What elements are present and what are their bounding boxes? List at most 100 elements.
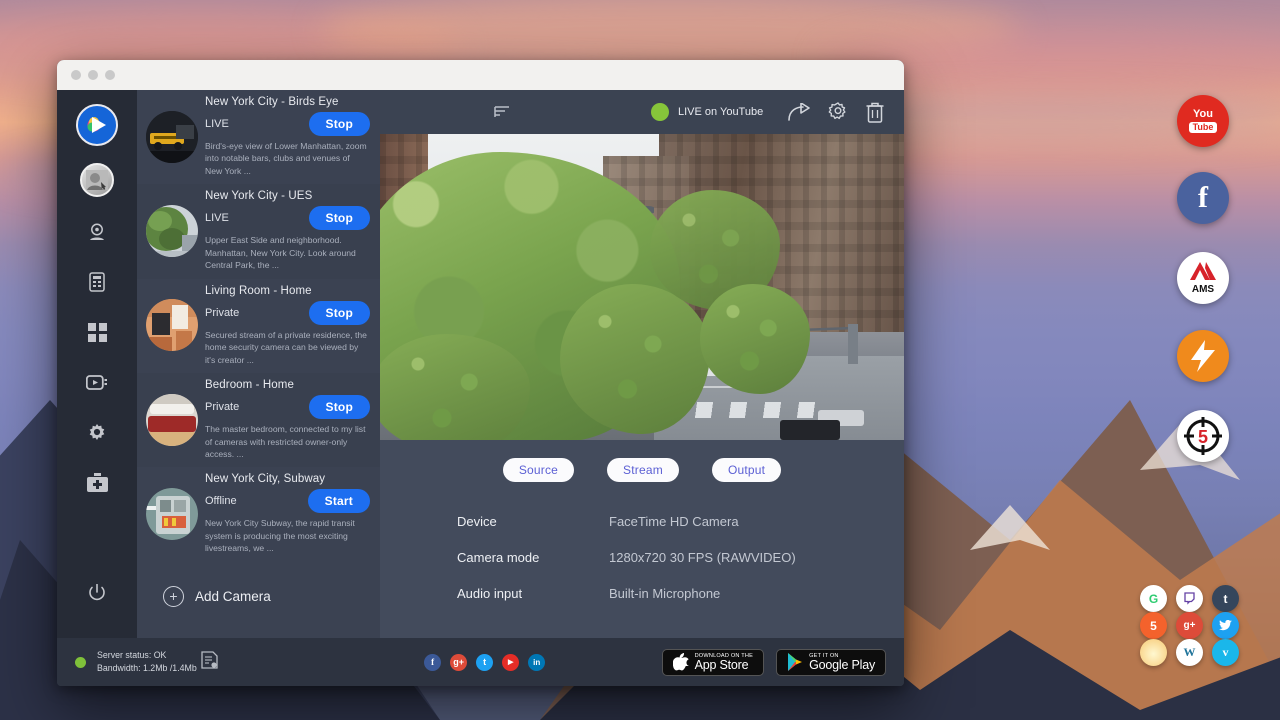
app-window: New York City - Birds Eye LIVE Stop Bird… [57,60,904,686]
settings-button[interactable] [828,102,848,122]
camera-title: Living Room - Home [205,285,370,299]
spec-key: Device [457,514,609,529]
source-specs: Device FaceTime HD Camera Camera mode 12… [380,482,904,638]
spec-value: FaceTime HD Camera [609,514,739,529]
camera-status: Offline [205,495,237,507]
camera-thumbnail [146,111,198,163]
smashcast-icon[interactable]: 5 [1140,612,1167,639]
camera-list-item[interactable]: Living Room - Home Private Stop Secured … [137,279,380,373]
play-triangle-icon [787,653,803,671]
bandwidth-text: Bandwidth: 1.2Mb /1.4Mb [97,662,197,675]
window-titlebar[interactable] [57,60,904,90]
main-panel: LIVE on YouTube [380,90,904,638]
svg-text:5: 5 [1198,427,1208,447]
maximize-button[interactable] [105,70,115,80]
camera-thumbnail [146,488,198,540]
power-icon [88,584,106,602]
sort-icon[interactable] [494,105,510,119]
video-icon [86,374,108,391]
left-rail [57,90,137,638]
camera-list-item[interactable]: New York City - Birds Eye LIVE Stop Bird… [137,90,380,184]
camera-action-button[interactable]: Stop [309,395,370,419]
grid-icon [88,323,107,342]
rail-item-add-device[interactable] [67,457,127,507]
tumblr-icon[interactable]: t [1212,585,1239,612]
app-store-badge[interactable]: Download on the App Store [662,649,765,676]
google-play-badge-label: Google Play [809,659,875,672]
rail-item-media[interactable] [67,357,127,407]
share-button[interactable] [788,103,810,121]
linkedin-icon[interactable]: in [528,654,545,671]
video-preview[interactable] [380,134,904,440]
facebook-icon[interactable]: f [424,654,441,671]
twitter-icon[interactable] [1212,612,1239,639]
live-status-label: LIVE on YouTube [678,106,763,118]
camera-action-button[interactable]: Start [308,489,370,513]
google-plus-icon[interactable]: g+ [450,654,467,671]
wordpress-icon[interactable]: W [1176,639,1203,666]
google-plus-icon[interactable]: g+ [1176,612,1203,639]
camera-status: Private [205,307,239,319]
rail-item-grid[interactable] [67,307,127,357]
tab-source[interactable]: Source [503,458,574,482]
camera-action-button[interactable]: Stop [309,112,370,136]
camera-title: New York City, Subway [205,473,370,487]
rail-item-power[interactable] [67,568,127,618]
delete-button[interactable] [866,102,884,123]
google-play-badge[interactable]: GET IT ON Google Play [776,649,886,676]
spec-key: Camera mode [457,550,609,565]
spec-row: Audio input Built-in Microphone [457,586,904,601]
camera-list-item[interactable]: New York City - UES LIVE Stop Upper East… [137,184,380,278]
add-camera-button[interactable]: + Add Camera [137,562,380,607]
rail-item-settings[interactable] [67,407,127,457]
camera-action-button[interactable]: Stop [309,301,370,325]
tree [700,284,810,394]
user-avatar[interactable] [80,163,114,197]
settings-tabs: Source Stream Output [380,440,904,482]
sunrise-icon[interactable] [1140,639,1167,666]
app-store-badge-label: App Store [695,659,754,672]
plus-circle-icon: + [163,586,184,607]
add-box-icon [87,473,108,492]
toolbar: LIVE on YouTube [380,90,904,134]
camera-thumbnail [146,394,198,446]
spec-value: 1280x720 30 FPS (RAWVIDEO) [609,550,796,565]
app-logo[interactable] [76,104,118,146]
twitch-icon[interactable] [1176,585,1203,612]
tab-stream[interactable]: Stream [607,458,679,482]
report-icon[interactable] [201,651,218,674]
camera-description: Bird's-eye view of Lower Manhattan, zoom… [205,139,370,177]
camera-list-item[interactable]: Bedroom - Home Private Stop The master b… [137,373,380,467]
spec-key: Audio input [457,586,609,601]
camera-thumbnail [146,299,198,351]
facebook-icon[interactable]: f [1177,172,1229,224]
gamewisp-icon[interactable]: G [1140,585,1167,612]
youtube-icon[interactable]: ▶ [502,654,519,671]
wowza-icon[interactable] [1177,330,1229,382]
close-button[interactable] [71,70,81,80]
apple-icon [673,653,689,672]
gear-icon [828,102,848,122]
document-icon [88,272,106,292]
rail-item-cameras[interactable] [67,207,127,257]
adobe-ams-icon[interactable]: AMS [1177,252,1229,304]
vimeo-icon[interactable]: v [1212,639,1239,666]
camera-title: Bedroom - Home [205,379,370,393]
camera-list: New York City - Birds Eye LIVE Stop Bird… [137,90,380,638]
wirecast-icon[interactable]: 5 [1177,410,1229,462]
tab-output[interactable]: Output [712,458,781,482]
car [780,420,840,440]
twitter-icon[interactable]: t [476,654,493,671]
minimize-button[interactable] [88,70,98,80]
camera-description: Secured stream of a private residence, t… [205,328,370,366]
camera-list-item[interactable]: New York City, Subway Offline Start New … [137,467,380,561]
store-badges: Download on the App Store GET IT ON Goog… [662,649,886,676]
spec-value: Built-in Microphone [609,586,720,601]
camera-title: New York City - Birds Eye [205,96,370,110]
camera-action-button[interactable]: Stop [309,206,370,230]
youtube-icon[interactable]: You Tube [1177,95,1229,147]
server-status-text: Server status: OK [97,649,197,662]
desktop-small-icon-grid: G t 5 g+ W v [1140,585,1252,666]
spec-row: Device FaceTime HD Camera [457,514,904,529]
rail-item-documents[interactable] [67,257,127,307]
